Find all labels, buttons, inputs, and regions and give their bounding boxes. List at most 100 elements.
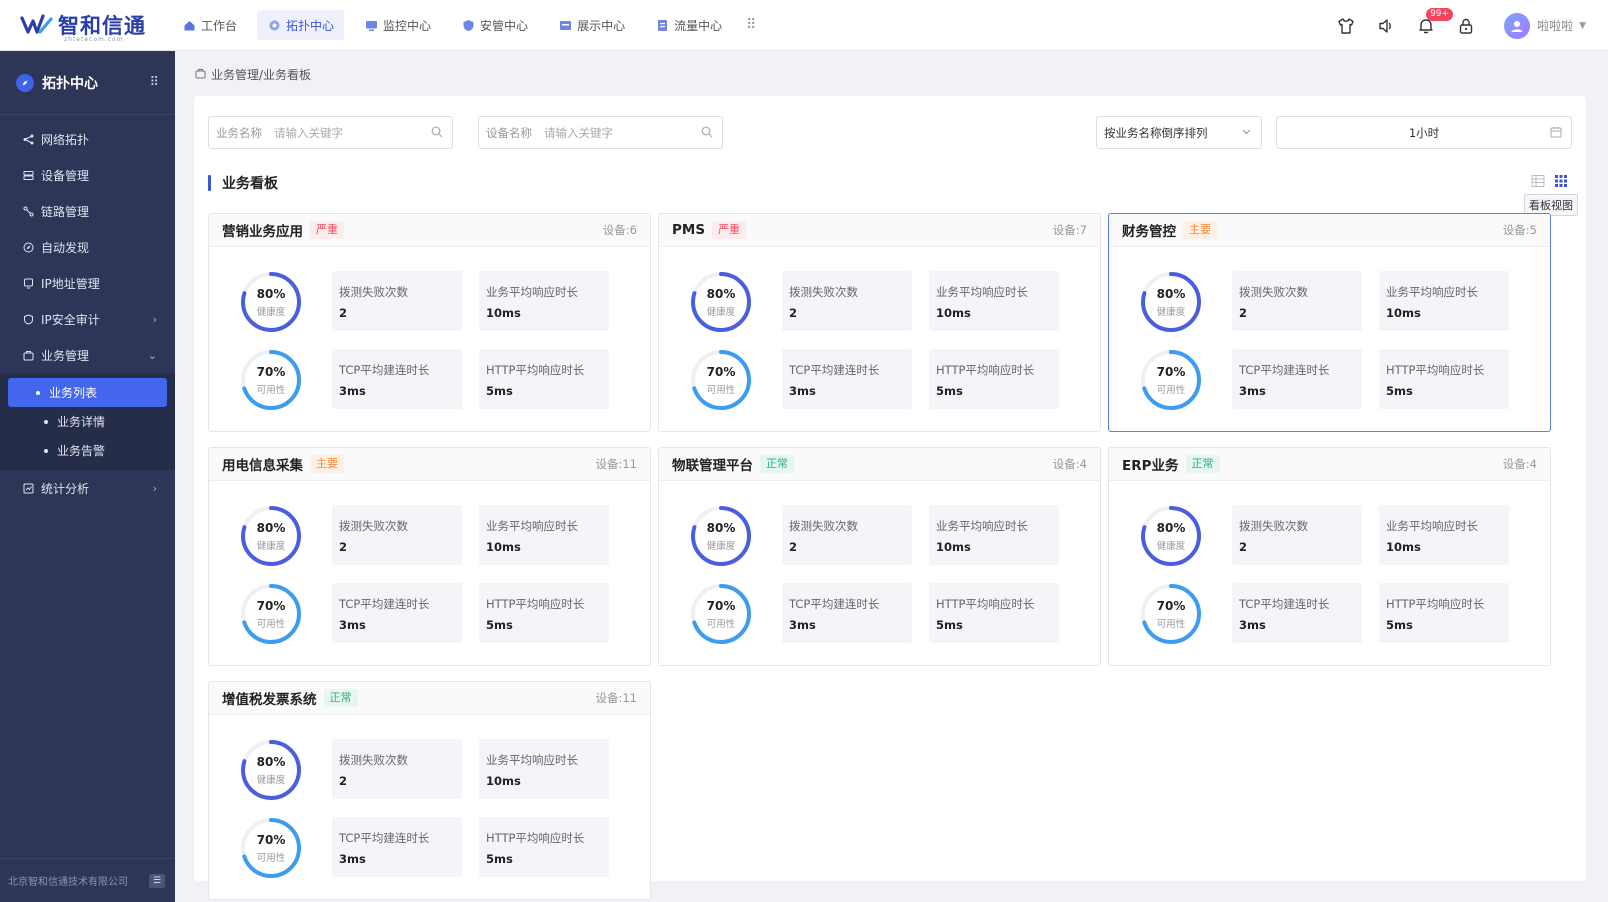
skin-shirt-icon[interactable] bbox=[1335, 15, 1357, 37]
shield-icon bbox=[461, 18, 475, 32]
health-value: 80% bbox=[256, 521, 286, 535]
metric-value: 5ms bbox=[1386, 384, 1413, 398]
metric-box: TCP平均建连时长 3ms bbox=[332, 349, 462, 409]
sort-select[interactable]: 按业务名称倒序排列 bbox=[1096, 116, 1262, 149]
business-name-label: 业务名称 bbox=[216, 125, 262, 140]
business-name-filter[interactable]: 业务名称 bbox=[208, 116, 453, 149]
health-label: 健康度 bbox=[1156, 541, 1186, 552]
business-card[interactable]: ERP业务 正常 设备:4 80% 健康度 70% 可用性 拨测失败次数 2 业务平均响应时长 10… bbox=[1108, 447, 1551, 666]
device-name-input[interactable] bbox=[544, 125, 694, 140]
metric-name: 拨测失败次数 bbox=[339, 285, 408, 299]
sort-select-value: 按业务名称倒序排列 bbox=[1104, 125, 1208, 140]
company-name: 北京智和信通技术有限公司 bbox=[8, 877, 128, 888]
severity-badge: 正常 bbox=[323, 689, 358, 707]
home-icon bbox=[182, 18, 196, 32]
sidebar-item-statistics[interactable]: 统计分析 › bbox=[0, 470, 175, 506]
speaker-icon[interactable] bbox=[1375, 15, 1397, 37]
metric-value: 10ms bbox=[486, 540, 521, 554]
sidebar-item-ip-management[interactable]: IP地址管理 bbox=[0, 265, 175, 301]
chevron-right-icon: › bbox=[152, 481, 157, 495]
table-view-icon[interactable] bbox=[1531, 174, 1545, 188]
time-range-picker[interactable]: 1小时 bbox=[1276, 116, 1572, 149]
board-view-icon[interactable] bbox=[1554, 174, 1568, 188]
device-name-filter[interactable]: 设备名称 bbox=[478, 116, 723, 149]
metric-box: TCP平均建连时长 3ms bbox=[782, 583, 912, 643]
nav-label: 拓扑中心 bbox=[286, 18, 335, 33]
health-label: 健康度 bbox=[256, 307, 286, 318]
sidebar-item-business-management[interactable]: 业务管理 ⌄ bbox=[0, 337, 175, 373]
sidebar-item-link-management[interactable]: 链路管理 bbox=[0, 193, 175, 229]
search-icon[interactable] bbox=[431, 126, 443, 141]
business-card[interactable]: 营销业务应用 严重 设备:6 80% 健康度 70% 可用性 拨测失败次数 2 业务平均响应时长 1… bbox=[208, 213, 651, 432]
sidebar-item-label: 链路管理 bbox=[41, 204, 90, 219]
lock-icon[interactable] bbox=[1455, 15, 1477, 37]
user-menu[interactable]: 啦啦啦 ▼ bbox=[1504, 12, 1586, 39]
breadcrumb-text: 业务管理/业务看板 bbox=[211, 68, 312, 82]
business-card[interactable]: 用电信息采集 主要 设备:11 80% 健康度 70% 可用性 拨测失败次数 2 业务平均响应时长… bbox=[208, 447, 651, 666]
metric-value: 2 bbox=[339, 774, 348, 788]
section-title: 业务看板 bbox=[208, 173, 278, 193]
ip-icon bbox=[22, 277, 34, 289]
sub-item-business-detail[interactable]: 业务详情 bbox=[8, 407, 167, 436]
metric-name: 业务平均响应时长 bbox=[936, 285, 1028, 299]
bell-icon[interactable]: 99+ bbox=[1415, 7, 1454, 37]
business-name-input[interactable] bbox=[274, 125, 424, 140]
search-icon[interactable] bbox=[701, 126, 713, 141]
availability-value: 70% bbox=[1156, 599, 1186, 613]
sidebar-footer: 北京智和信通技术有限公司 ☰ bbox=[0, 858, 175, 902]
nav-item-topology[interactable]: 拓扑中心 bbox=[257, 10, 345, 40]
business-card[interactable]: 物联管理平台 正常 设备:4 80% 健康度 70% 可用性 拨测失败次数 2 业务平均响应时长 1… bbox=[658, 447, 1101, 666]
sidebar-item-device-management[interactable]: 设备管理 bbox=[0, 157, 175, 193]
metric-name: HTTP平均响应时长 bbox=[936, 363, 1035, 377]
collapse-menu-icon[interactable]: ☰ bbox=[149, 873, 165, 888]
availability-ring: 70% 可用性 bbox=[688, 347, 754, 413]
metric-value: 3ms bbox=[1239, 618, 1266, 632]
business-card[interactable]: PMS 严重 设备:7 80% 健康度 70% 可用性 拨测失败次数 2 业务平均响应时长 10ms… bbox=[658, 213, 1101, 432]
logo-subtitle: zhtetecom.com bbox=[64, 36, 124, 43]
apps-grid-icon[interactable]: ⠿ bbox=[746, 17, 756, 33]
health-value: 80% bbox=[1156, 521, 1186, 535]
availability-value: 70% bbox=[256, 599, 286, 613]
sidebar-item-auto-discover[interactable]: 自动发现 bbox=[0, 229, 175, 265]
nav-item-traffic[interactable]: 流量中心 bbox=[645, 10, 732, 40]
metric-box: HTTP平均响应时长 5ms bbox=[479, 817, 609, 877]
health-ring: 80% 健康度 bbox=[1138, 503, 1204, 569]
metric-box: HTTP平均响应时长 5ms bbox=[1379, 349, 1509, 409]
metric-value: 5ms bbox=[486, 852, 513, 866]
nav-item-display[interactable]: 展示中心 bbox=[548, 10, 635, 40]
severity-badge: 正常 bbox=[760, 455, 794, 473]
nav-item-workbench[interactable]: 工作台 bbox=[172, 10, 247, 40]
business-card[interactable]: 增值税发票系统 正常 设备:11 80% 健康度 70% 可用性 拨测失败次数 2 业务平均响应时… bbox=[208, 681, 651, 900]
severity-badge: 正常 bbox=[1185, 455, 1220, 473]
card-header: 增值税发票系统 正常 设备:11 bbox=[209, 682, 650, 715]
chevron-right-icon: › bbox=[152, 312, 157, 326]
sub-item-business-list[interactable]: 业务列表 bbox=[8, 378, 167, 407]
nav-item-monitor[interactable]: 监控中心 bbox=[354, 10, 441, 40]
device-name-label: 设备名称 bbox=[486, 125, 532, 140]
device-count: 设备:6 bbox=[602, 223, 637, 237]
metric-name: TCP平均建连时长 bbox=[789, 597, 880, 611]
metric-box: TCP平均建连时长 3ms bbox=[1232, 583, 1362, 643]
availability-label: 可用性 bbox=[706, 619, 736, 630]
metric-name: 拨测失败次数 bbox=[789, 519, 858, 533]
top-bar: 智和信通 zhtetecom.com 工作台 拓扑中心 监控中心 安管中心 展示… bbox=[0, 0, 1608, 51]
sidebar-item-network-topology[interactable]: 网络拓扑 bbox=[0, 121, 175, 157]
metric-box: 业务平均响应时长 10ms bbox=[929, 505, 1059, 565]
device-count: 设备:4 bbox=[1502, 457, 1537, 471]
severity-badge: 主要 bbox=[1183, 221, 1217, 239]
sidebar-item-label: 自动发现 bbox=[41, 240, 90, 255]
card-title: 物联管理平台 bbox=[672, 458, 753, 474]
health-label: 健康度 bbox=[706, 307, 736, 318]
section-accent-bar bbox=[208, 175, 211, 191]
metric-name: HTTP平均响应时长 bbox=[936, 597, 1035, 611]
sidebar-item-ip-audit[interactable]: IP安全审计 › bbox=[0, 301, 175, 337]
business-card[interactable]: 财务管控 主要 设备:5 80% 健康度 70% 可用性 拨测失败次数 2 业务平均响应时长 10m… bbox=[1108, 213, 1551, 432]
metric-name: 业务平均响应时长 bbox=[486, 519, 578, 533]
grid-menu-icon[interactable]: ⠿ bbox=[149, 75, 159, 90]
metric-name: 业务平均响应时长 bbox=[486, 753, 578, 767]
metric-value: 2 bbox=[789, 306, 798, 320]
nav-item-security[interactable]: 安管中心 bbox=[451, 10, 538, 40]
sub-item-business-alarm[interactable]: 业务告警 bbox=[8, 436, 167, 465]
business-icon bbox=[22, 349, 34, 361]
sidebar-menu: 网络拓扑 设备管理 链路管理 自动发现 IP地址管理 IP安全审计 › 业务管理… bbox=[0, 115, 175, 506]
